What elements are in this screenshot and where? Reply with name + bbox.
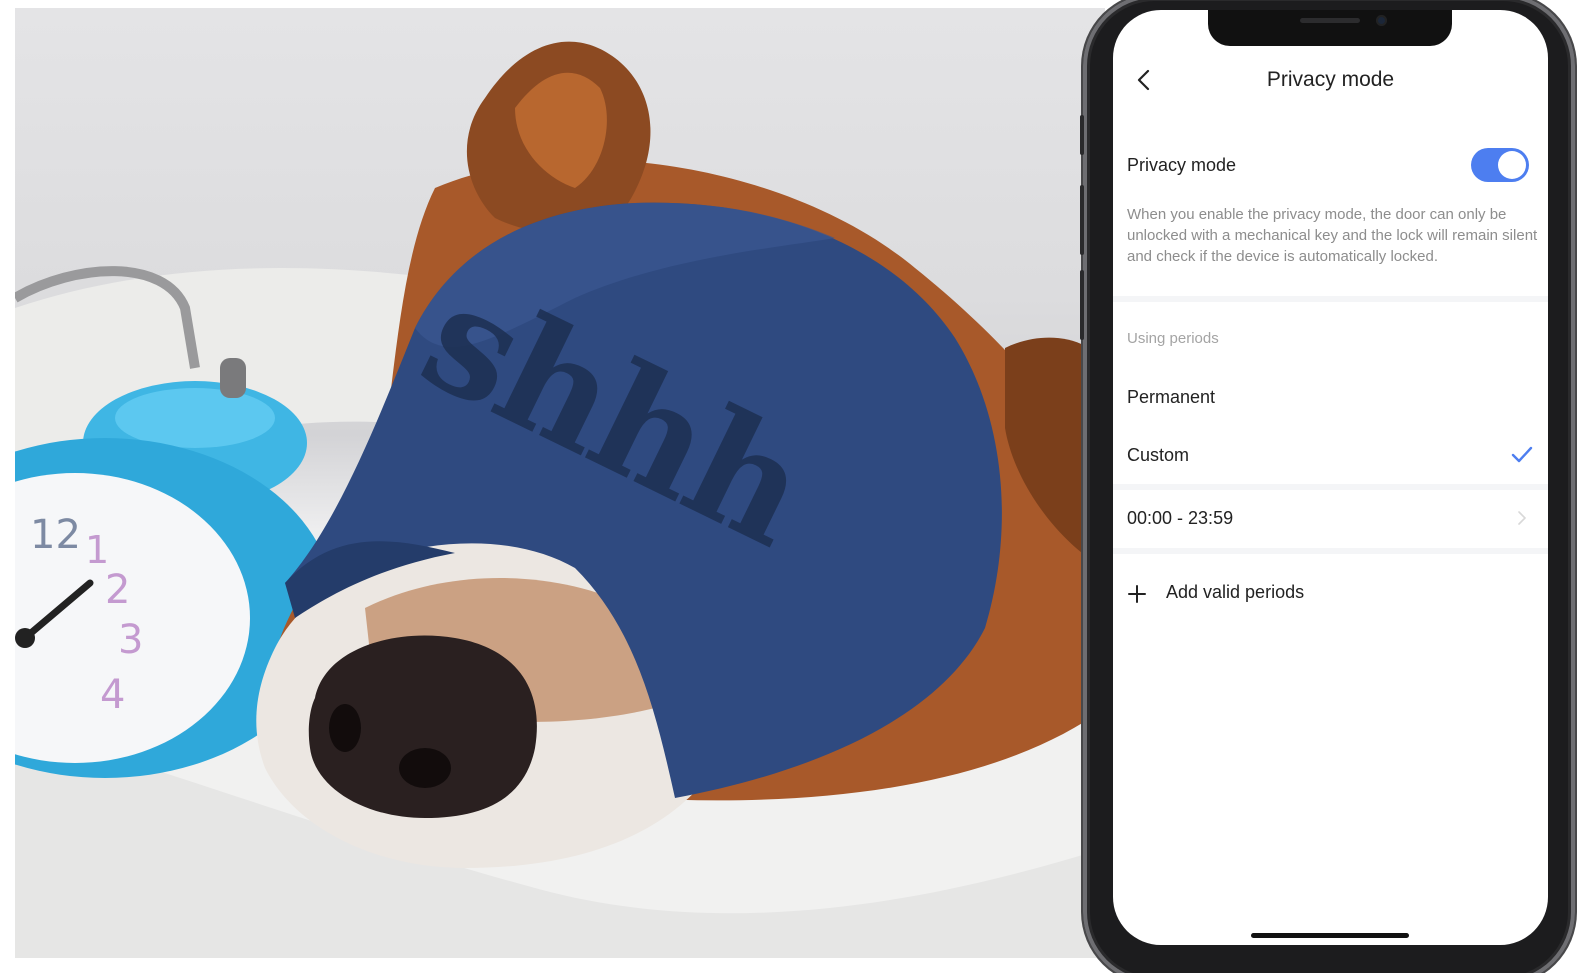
clock-number-4: 4	[100, 672, 125, 718]
checkmark-icon	[1511, 446, 1533, 463]
clock-number-1: 1	[85, 528, 109, 572]
option-permanent[interactable]: Permanent	[1113, 376, 1548, 420]
toggle-knob	[1498, 151, 1526, 179]
plus-icon[interactable]	[1127, 584, 1147, 604]
page-title: Privacy mode	[1266, 68, 1395, 91]
phone-volume-down-button	[1080, 270, 1084, 340]
phone-volume-up-button	[1080, 185, 1084, 255]
option-custom[interactable]: Custom	[1113, 435, 1548, 479]
hero-photo: 12 1 2 3 4 shhh	[15, 8, 1105, 958]
option-permanent-label: Permanent	[1127, 387, 1216, 407]
chevron-right-icon	[1518, 511, 1526, 525]
section-divider	[1113, 484, 1548, 490]
phone-notch	[1208, 10, 1452, 46]
time-period-row[interactable]: 00:00 - 23:59	[1113, 498, 1548, 542]
clock-number-3: 3	[118, 617, 143, 663]
speaker-grille	[1300, 18, 1360, 23]
nav-bar: Privacy mode	[1113, 60, 1548, 100]
home-indicator[interactable]	[1251, 933, 1409, 938]
privacy-mode-toggle[interactable]	[1471, 148, 1529, 182]
phone-screen: Privacy mode Privacy mode When you enabl…	[1113, 10, 1548, 945]
front-camera-icon	[1376, 15, 1387, 26]
section-divider	[1113, 296, 1548, 302]
privacy-mode-description: When you enable the privacy mode, the do…	[1127, 206, 1538, 265]
clock-number-2: 2	[105, 567, 130, 613]
add-valid-periods-button[interactable]: Add valid periods	[1166, 582, 1304, 603]
option-custom-label: Custom	[1127, 445, 1190, 465]
using-periods-section-label: Using periods	[1127, 330, 1219, 347]
privacy-mode-label: Privacy mode	[1127, 155, 1237, 175]
time-period-value: 00:00 - 23:59	[1127, 508, 1234, 528]
section-divider	[1113, 548, 1548, 554]
phone-side-button	[1080, 115, 1084, 155]
clock-number-12: 12	[30, 512, 81, 558]
